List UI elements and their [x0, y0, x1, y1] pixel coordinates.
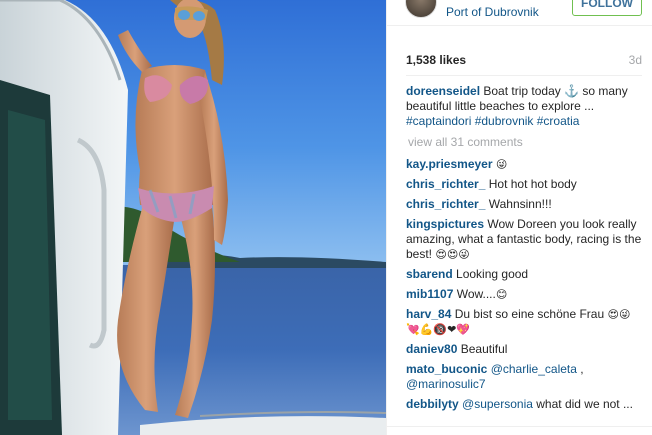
view-all-comments-link[interactable]: view all 31 comments	[408, 135, 642, 150]
list-item: debbilyty @supersonia what did we not ..…	[406, 397, 642, 412]
comment-text: what did we not ...	[532, 397, 633, 411]
comment-username[interactable]: sbarend	[406, 267, 453, 281]
post-sidebar: Port of Dubrovnik FOLLOW 1,538 likes 3d …	[386, 0, 652, 435]
comment-text: Du bist so eine schöne Frau	[454, 307, 605, 321]
post-location[interactable]: Port of Dubrovnik	[446, 5, 539, 19]
post-photo[interactable]	[0, 0, 386, 435]
list-item: kay.priesmeyer 😜	[406, 157, 642, 172]
comment-emoji: 😊	[495, 288, 508, 301]
likes-row: 1,538 likes 3d	[406, 53, 642, 69]
comment-username[interactable]: doreenseidel	[406, 84, 480, 98]
list-item: chris_richter_ Hot hot hot body	[406, 177, 642, 192]
comment-emoji: 😍😍😜	[435, 248, 470, 261]
comment-text: Hot hot hot body	[488, 177, 577, 191]
post-header: Port of Dubrovnik FOLLOW	[387, 0, 652, 26]
comment-username[interactable]: mib1107	[406, 287, 453, 301]
comment-text: Wow....	[456, 287, 496, 301]
comment-username[interactable]: daniev80	[406, 342, 457, 356]
list-item: kingspictures Wow Doreen you look really…	[406, 217, 642, 262]
likes-count[interactable]: 1,538 likes	[406, 53, 466, 67]
divider	[406, 75, 642, 76]
comment-mention[interactable]: @supersonia	[462, 397, 533, 411]
comment-username[interactable]: kay.priesmeyer	[406, 157, 493, 171]
list-item: sbarend Looking good	[406, 267, 642, 282]
comment-text: Beautiful	[460, 342, 508, 356]
comment-mention[interactable]: @marinosulic7	[406, 377, 486, 391]
list-item: chris_richter_ Wahnsinn!!!	[406, 197, 642, 212]
comment-text: Looking good	[456, 267, 529, 281]
photo-illustration	[0, 0, 386, 435]
comment-mention[interactable]: @charlie_caleta	[491, 362, 577, 376]
list-item: mib1107 Wow....😊	[406, 287, 642, 302]
comments-list: doreenseidel Boat trip today ⚓ so many b…	[406, 84, 642, 417]
comment-username[interactable]: mato_buconic	[406, 362, 487, 376]
comment-emoji: 😜	[495, 158, 508, 171]
sunglasses-lens-left	[178, 10, 190, 20]
list-item: daniev80 Beautiful	[406, 342, 642, 357]
post-age[interactable]: 3d	[629, 53, 642, 67]
divider	[387, 426, 652, 427]
list-item: harv_84 Du bist so eine schöne Frau 😍😜💘💪…	[406, 307, 642, 337]
caption-hashtags[interactable]: #captaindori #dubrovnik #croatia	[406, 114, 579, 128]
list-item: mato_buconic @charlie_caleta , @marinosu…	[406, 362, 642, 392]
caption: doreenseidel Boat trip today ⚓ so many b…	[406, 84, 642, 129]
avatar[interactable]	[405, 0, 437, 18]
comment-username[interactable]: chris_richter_	[406, 197, 485, 211]
comment-text: ,	[576, 362, 584, 376]
comment-text: Wahnsinn!!!	[488, 197, 552, 211]
comment-username[interactable]: kingspictures	[406, 217, 484, 231]
comment-username[interactable]: chris_richter_	[406, 177, 485, 191]
sunglasses-lens-right	[193, 11, 205, 21]
follow-button[interactable]: FOLLOW	[572, 0, 642, 16]
comment-username[interactable]: debbilyty	[406, 397, 459, 411]
comment-username[interactable]: harv_84	[406, 307, 451, 321]
